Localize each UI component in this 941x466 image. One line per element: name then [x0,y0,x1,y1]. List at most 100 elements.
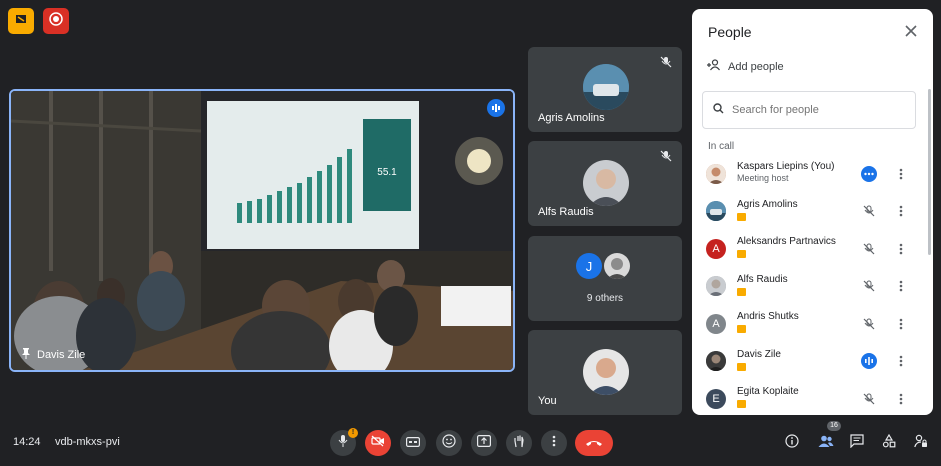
raise-hand-button[interactable] [506,430,532,456]
section-label: In call [708,141,735,152]
document-badge[interactable] [8,8,34,34]
chat-button[interactable] [846,432,868,454]
document-icon [15,12,27,30]
avatar: J [576,253,602,279]
lock-person-icon [914,434,928,453]
host-badge-icon [737,287,746,296]
mic-off-icon [860,202,878,220]
search-icon [713,103,724,117]
add-person-icon [706,59,722,74]
host-badge-icon [737,325,746,333]
reactions-button[interactable] [436,430,462,456]
list-item[interactable]: Agris Amolins [692,193,933,231]
mic-off-icon [337,434,349,453]
avatar: E [706,388,726,409]
camera-off-icon [371,434,385,452]
host-controls-button[interactable] [910,432,932,454]
more-options-icon[interactable] [894,390,908,408]
participant-tile-agris[interactable]: Agris Amolins [528,47,682,132]
mic-off-icon [660,149,672,167]
hand-icon [513,434,525,453]
mic-off-icon [860,315,878,333]
panel-title: People [708,24,752,40]
clock: 14:24 [13,436,41,448]
host-badge-icon [737,400,746,408]
recording-icon [49,11,63,31]
search-input[interactable] [732,104,902,116]
person-name: Andris Shutks [737,311,799,322]
avatar: A [706,238,726,259]
avatar [583,349,629,395]
activities-button[interactable] [878,432,900,454]
recording-badge[interactable] [43,8,69,34]
stage-name-label: Davis Zile [37,348,86,361]
more-options-icon[interactable] [894,202,908,220]
avatar: A [706,313,726,334]
person-role: Meeting host [737,173,789,183]
svg-text:55.1: 55.1 [377,167,397,178]
info-icon [785,433,799,453]
avatar [583,160,629,206]
more-options-button[interactable] [541,430,567,456]
camera-button[interactable] [365,430,391,456]
search-field[interactable] [702,91,916,129]
captions-button[interactable] [400,430,426,456]
participant-tile-alfs[interactable]: Alfs Raudis [528,141,682,226]
closed-captions-icon [406,434,421,452]
main-video-tile[interactable]: 55.1 Davis Zile [9,89,515,372]
list-item[interactable]: E Egita Koplaite [692,380,933,415]
mic-off-icon [860,277,878,295]
tile-name: You [538,395,557,407]
avatar [583,64,629,110]
list-item[interactable]: Kaspars Liepins (You) Meeting host [692,155,933,193]
tile-name: 9 others [586,293,624,304]
meeting-details-button[interactable] [781,432,803,454]
host-badge-icon [737,250,746,258]
tile-name: Alfs Raudis [538,206,594,218]
speaking-indicator-icon [487,99,505,117]
host-badge-icon [737,362,746,371]
avatar [706,201,726,222]
end-call-button[interactable] [575,430,613,456]
scrollbar[interactable] [928,89,931,255]
mic-warning-badge: ! [348,428,358,438]
participant-tile-others[interactable]: J 9 others [528,236,682,321]
phone-hangup-icon [585,434,603,452]
speaking-indicator-icon [860,165,878,183]
meeting-code: vdb-mkxs-pvi [55,436,120,448]
stage-participant-name: Davis Zile [21,347,85,362]
person-name: Aleksandrs Partnavics [737,236,836,247]
more-options-icon[interactable] [894,315,908,333]
speaking-indicator-icon [860,352,878,370]
more-options-icon[interactable] [894,165,908,183]
add-people-label: Add people [728,60,784,73]
people-button[interactable] [815,432,837,454]
person-name: Davis Zile [737,348,781,360]
tile-name: Agris Amolins [538,112,605,124]
participant-count-badge: 16 [827,421,841,431]
list-item[interactable]: A Andris Shutks [692,305,933,343]
add-people-button[interactable]: Add people [706,59,784,74]
person-name: Egita Koplaite [737,386,799,397]
emoji-icon [442,433,456,453]
people-list: Kaspars Liepins (You) Meeting host Agris… [692,155,933,415]
close-icon[interactable] [901,21,921,41]
person-name: Agris Amolins [737,198,798,210]
more-options-icon[interactable] [894,240,908,258]
list-item[interactable]: A Aleksandrs Partnavics [692,230,933,268]
more-options-icon[interactable] [894,352,908,370]
conference-room-video: 55.1 [11,91,513,370]
avatar [706,351,726,372]
shapes-icon [882,433,896,453]
present-button[interactable] [471,430,497,456]
chat-icon [850,433,864,453]
mic-off-icon [660,55,672,73]
avatar [604,253,630,279]
more-options-icon[interactable] [894,277,908,295]
avatar [706,276,726,297]
pin-icon[interactable] [21,347,31,362]
mic-off-icon [860,390,878,408]
participant-tile-you[interactable]: You [528,330,682,415]
list-item[interactable]: Davis Zile [692,343,933,381]
list-item[interactable]: Alfs Raudis [692,268,933,306]
